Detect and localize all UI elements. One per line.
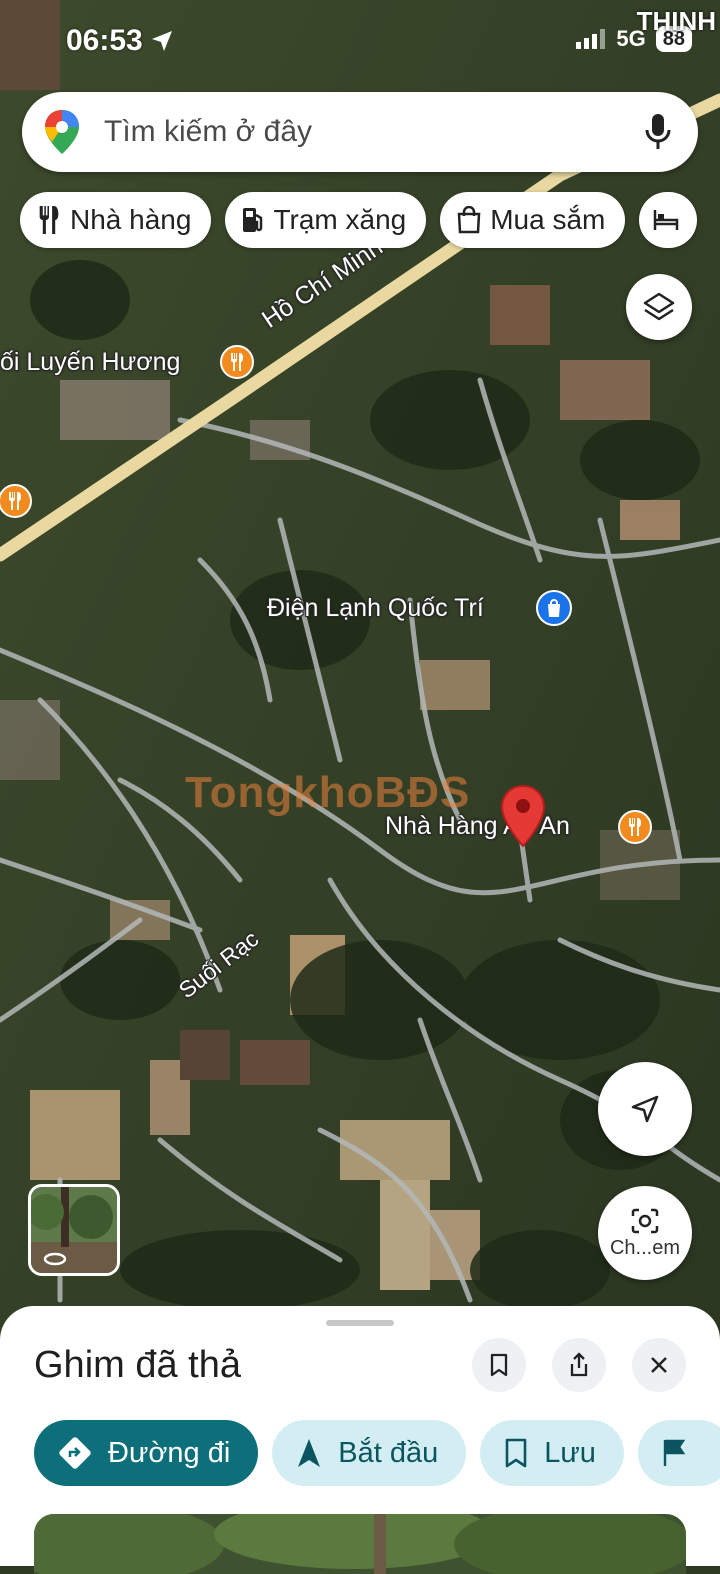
camera-search-button[interactable]: Ch...em [598,1186,692,1280]
camera-lens-icon [631,1208,659,1233]
flag-icon [663,1439,686,1466]
navigation-arrow-icon [631,1095,659,1123]
signal-bars-icon [576,29,606,49]
close-icon [651,1357,667,1373]
poi-label-dien-lanh[interactable]: Điện Lạnh Quốc Trí [267,594,484,623]
chip-label: Nhà hàng [70,204,192,235]
restaurant-marker[interactable] [618,810,652,844]
search-input[interactable]: Tìm kiếm ở đây [104,115,644,149]
navigation-arrow-icon [298,1439,321,1467]
save-icon-button[interactable] [472,1338,526,1392]
bookmark-icon [490,1353,508,1377]
place-bottom-sheet[interactable]: Ghim đã thả Đường đi Bắt đầu Lưu [0,1306,720,1574]
street-view-preview [31,1187,117,1273]
shop-marker[interactable] [536,590,572,626]
chip-restaurants[interactable]: Nhà hàng [20,192,212,248]
place-photo[interactable] [34,1514,686,1574]
place-photo-preview [34,1514,686,1574]
place-title: Ghim đã thả [34,1344,241,1386]
directions-button[interactable]: Đường đi [34,1420,259,1486]
chip-gas-stations[interactable]: Trạm xăng [225,192,427,248]
close-button[interactable] [632,1338,686,1392]
my-location-button[interactable] [598,1062,692,1156]
google-maps-pin-icon [45,110,79,154]
save-button[interactable]: Lưu [480,1420,624,1486]
share-button[interactable] [552,1338,606,1392]
gas-station-icon [243,208,263,232]
chip-shopping[interactable]: Mua sắm [440,192,626,248]
action-label: Bắt đầu [338,1436,439,1469]
status-time: 06:53 [66,24,173,58]
fork-knife-icon [9,492,21,510]
action-buttons: Đường đi Bắt đầu Lưu [34,1420,720,1486]
search-bar[interactable]: Tìm kiếm ở đây [22,92,698,172]
bookmark-icon [505,1438,527,1468]
bed-icon [654,210,679,230]
shopping-bag-icon [548,599,560,617]
chip-label: Mua sắm [490,204,606,235]
layers-button[interactable] [626,274,692,340]
layers-icon [643,292,675,321]
more-action-button[interactable] [637,1420,720,1486]
poi-label-luyen-huong[interactable]: ối Luyến Hương [0,348,180,377]
chip-hotels[interactable] [639,192,698,248]
mic-icon[interactable] [644,113,672,151]
restaurant-marker[interactable] [220,345,254,379]
restaurant-icon [39,206,59,234]
share-icon [570,1352,588,1377]
directions-icon [59,1437,91,1469]
fork-knife-icon [629,818,641,836]
shopping-bag-icon [457,206,481,234]
street-view-thumbnail[interactable] [28,1184,120,1276]
category-chips: Nhà hàng Trạm xăng Mua sắm [20,192,698,248]
action-label: Đường đi [108,1436,231,1469]
action-label: Lưu [544,1436,596,1469]
fork-knife-icon [231,353,243,371]
chip-label: Trạm xăng [273,204,407,235]
camera-label: Ch...em [609,1236,681,1259]
watermark: TongkhoBĐS [185,768,471,817]
drag-handle[interactable] [326,1320,394,1326]
dropped-pin-icon[interactable] [500,784,546,848]
location-arrow-icon [152,31,173,51]
start-button[interactable]: Bắt đầu [272,1420,467,1486]
corner-overlay-text: THỊNH [636,6,716,36]
